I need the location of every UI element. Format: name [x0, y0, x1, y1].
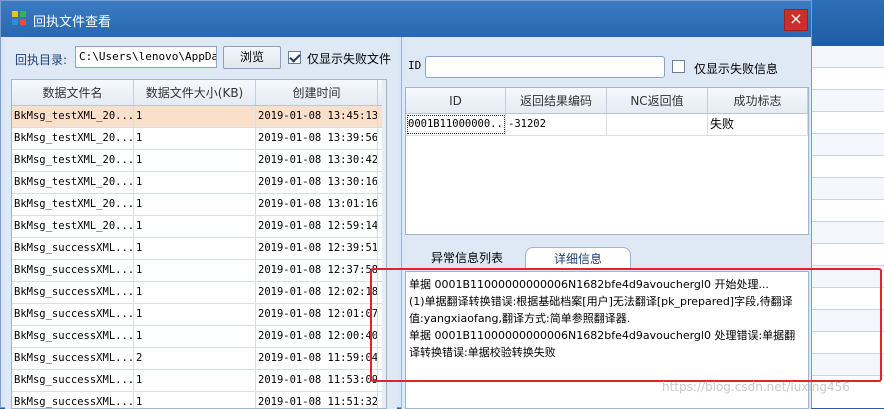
- table-row[interactable]: BkMsg_testXML_20... 1 2019-01-08 13:30:42: [12, 150, 386, 172]
- file-table-header: 数据文件名 数据文件大小(KB) 创建时间: [12, 80, 386, 106]
- cell-created-time[interactable]: 2019-01-08 13:39:56: [256, 128, 378, 149]
- table-row[interactable]: BkMsg_testXML_20... 1 2019-01-08 13:30:16: [12, 172, 386, 194]
- column-header-nc-return[interactable]: NC返回值: [607, 88, 708, 113]
- column-header-id[interactable]: ID: [406, 88, 506, 113]
- tab-detail-info[interactable]: 详细信息: [525, 247, 631, 269]
- cell-created-time[interactable]: 2019-01-08 11:59:04: [256, 348, 378, 369]
- cell-success-flag[interactable]: 失败: [708, 114, 808, 135]
- cell-created-time[interactable]: 2019-01-08 13:30:42: [256, 150, 378, 171]
- cell-created-time[interactable]: 2019-01-08 12:59:14: [256, 216, 378, 237]
- column-header-success-flag[interactable]: 成功标志: [708, 88, 808, 113]
- cell-file-name[interactable]: BkMsg_successXML...: [12, 238, 134, 259]
- only-failed-info-checkbox[interactable]: [672, 60, 685, 73]
- close-button[interactable]: ×: [784, 9, 808, 31]
- tab-exception-list[interactable]: 异常信息列表: [417, 247, 517, 269]
- cell-file-name[interactable]: BkMsg_successXML...: [12, 392, 134, 408]
- cell-created-time[interactable]: 2019-01-08 12:01:07: [256, 304, 378, 325]
- detail-tabs: 异常信息列表 详细信息: [405, 243, 809, 269]
- cell-created-time[interactable]: 2019-01-08 13:01:16: [256, 194, 378, 215]
- cell-created-time[interactable]: 2019-01-08 12:00:40: [256, 326, 378, 347]
- cell-created-time[interactable]: 2019-01-08 12:37:58: [256, 260, 378, 281]
- table-row[interactable]: BkMsg_successXML... 2 2019-01-08 11:59:04: [12, 348, 386, 370]
- cell-file-name[interactable]: BkMsg_testXML_20...: [12, 106, 134, 127]
- table-row[interactable]: BkMsg_testXML_20... 1 2019-01-08 13:01:16: [12, 194, 386, 216]
- cell-created-time[interactable]: 2019-01-08 11:51:32: [256, 392, 378, 408]
- cell-file-name[interactable]: BkMsg_testXML_20...: [12, 216, 134, 237]
- receipt-dir-label: 回执目录:: [15, 53, 68, 67]
- cell-file-name[interactable]: BkMsg_successXML...: [12, 326, 134, 347]
- receipt-viewer-window: 回执文件查看 × 回执目录: C:\Users\lenovo\AppDat 浏览…: [0, 0, 812, 409]
- detail-line: 单据 0001B11000000000006N1682bfe4d9avouche…: [409, 329, 796, 359]
- cell-file-size[interactable]: 1: [134, 150, 256, 171]
- table-row[interactable]: BkMsg_testXML_20... 1 2019-01-08 13:45:13: [12, 106, 386, 128]
- cell-file-size[interactable]: 1: [134, 370, 256, 391]
- table-row[interactable]: BkMsg_successXML... 1 2019-01-08 12:37:58: [12, 260, 386, 282]
- table-row[interactable]: BkMsg_successXML... 1 2019-01-08 12:39:51: [12, 238, 386, 260]
- result-table: ID 返回结果编码 NC返回值 成功标志 0001B11000000... -3…: [405, 87, 809, 235]
- detail-line: (1)单据翻译转换错误:根据基础档案[用户]无法翻译[pk_prepared]字…: [409, 295, 793, 325]
- file-list-panel: 回执目录: C:\Users\lenovo\AppDat 浏览 仅显示失败文件 …: [5, 37, 397, 409]
- file-table: 数据文件名 数据文件大小(KB) 创建时间 BkMsg_testXML_20..…: [11, 79, 387, 409]
- table-row[interactable]: BkMsg_testXML_20... 1 2019-01-08 12:59:14: [12, 216, 386, 238]
- cell-file-name[interactable]: BkMsg_testXML_20...: [12, 150, 134, 171]
- cell-file-size[interactable]: 1: [134, 326, 256, 347]
- detail-line: 单据 0001B11000000000006N1682bfe4d9avouche…: [409, 278, 769, 291]
- browse-button[interactable]: 浏览: [223, 46, 281, 69]
- cell-created-time[interactable]: 2019-01-08 13:45:13: [256, 106, 378, 127]
- only-failed-info-label: 仅显示失败信息: [694, 62, 779, 76]
- table-row[interactable]: BkMsg_successXML... 1 2019-01-08 12:00:40: [12, 326, 386, 348]
- cell-created-time[interactable]: 2019-01-08 13:30:16: [256, 172, 378, 193]
- only-failed-files-checkbox[interactable]: [288, 51, 301, 64]
- file-table-body: BkMsg_testXML_20... 1 2019-01-08 13:45:13 B…: [12, 106, 386, 408]
- cell-file-size[interactable]: 1: [134, 238, 256, 259]
- cell-created-time[interactable]: 2019-01-08 11:53:09: [256, 370, 378, 391]
- cell-file-size[interactable]: 1: [134, 194, 256, 215]
- cell-file-name[interactable]: BkMsg_successXML...: [12, 282, 134, 303]
- table-row[interactable]: BkMsg_successXML... 1 2019-01-08 12:02:18: [12, 282, 386, 304]
- column-header-created-time[interactable]: 创建时间: [256, 80, 378, 105]
- table-row[interactable]: BkMsg_successXML... 1 2019-01-08 11:51:32: [12, 392, 386, 408]
- table-row[interactable]: BkMsg_successXML... 1 2019-01-08 12:01:07: [12, 304, 386, 326]
- cell-file-size[interactable]: 1: [134, 392, 256, 408]
- result-panel: ID 仅显示失败信息 ID 返回结果编码 NC返回值 成功标志 0001B110…: [401, 37, 811, 409]
- cell-file-size[interactable]: 1: [134, 282, 256, 303]
- cell-file-size[interactable]: 1: [134, 216, 256, 237]
- cell-file-name[interactable]: BkMsg_successXML...: [12, 260, 134, 281]
- app-puzzle-icon: [12, 11, 26, 25]
- result-table-header: ID 返回结果编码 NC返回值 成功标志: [406, 88, 808, 114]
- title-bar[interactable]: 回执文件查看 ×: [1, 1, 811, 37]
- cell-file-name[interactable]: BkMsg_testXML_20...: [12, 194, 134, 215]
- cell-file-size[interactable]: 1: [134, 106, 256, 127]
- cell-id[interactable]: 0001B11000000...: [406, 114, 506, 135]
- cell-file-name[interactable]: BkMsg_testXML_20...: [12, 128, 134, 149]
- only-failed-files-label: 仅显示失败文件: [307, 52, 392, 66]
- id-filter-input[interactable]: [425, 56, 665, 78]
- table-row[interactable]: BkMsg_successXML... 1 2019-01-08 11:53:09: [12, 370, 386, 392]
- cell-file-size[interactable]: 1: [134, 304, 256, 325]
- cell-file-size[interactable]: 1: [134, 172, 256, 193]
- cell-file-name[interactable]: BkMsg_successXML...: [12, 370, 134, 391]
- table-row[interactable]: BkMsg_testXML_20... 1 2019-01-08 13:39:56: [12, 128, 386, 150]
- cell-file-size[interactable]: 1: [134, 260, 256, 281]
- column-header-file-name[interactable]: 数据文件名: [12, 80, 134, 105]
- table-row[interactable]: 0001B11000000... -31202 失败: [406, 114, 808, 136]
- cell-file-name[interactable]: BkMsg_successXML...: [12, 348, 134, 369]
- id-filter-label: ID: [408, 59, 422, 72]
- receipt-dir-input[interactable]: C:\Users\lenovo\AppDat: [75, 46, 217, 68]
- column-header-result-code[interactable]: 返回结果编码: [506, 88, 607, 113]
- cell-created-time[interactable]: 2019-01-08 12:39:51: [256, 238, 378, 259]
- cell-file-name[interactable]: BkMsg_successXML...: [12, 304, 134, 325]
- file-table-scrollbar[interactable]: [382, 80, 386, 408]
- watermark: https://blog.csdn.net/luxing456: [662, 380, 850, 394]
- cell-file-name[interactable]: BkMsg_testXML_20...: [12, 172, 134, 193]
- cell-result-code[interactable]: -31202: [506, 114, 607, 135]
- window-title: 回执文件查看: [33, 15, 112, 30]
- cell-file-size[interactable]: 1: [134, 128, 256, 149]
- column-header-file-size[interactable]: 数据文件大小(KB): [134, 80, 256, 105]
- cell-file-size[interactable]: 2: [134, 348, 256, 369]
- cell-created-time[interactable]: 2019-01-08 12:02:18: [256, 282, 378, 303]
- cell-nc-return[interactable]: [607, 114, 708, 135]
